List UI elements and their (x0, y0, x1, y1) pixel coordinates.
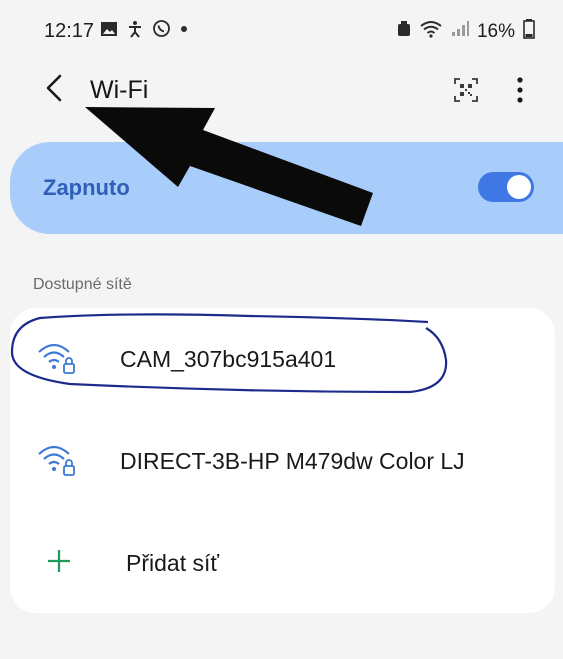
network-name: DIRECT-3B-HP M479dw Color LJ (120, 448, 465, 474)
battery-percent: 16% (476, 21, 515, 42)
master-switch-label: Zapnuto (43, 175, 130, 200)
wifi-toggle[interactable] (478, 172, 534, 202)
back-button[interactable] (36, 72, 72, 108)
accessibility-icon (126, 20, 144, 38)
page-title: Wi-Fi (90, 76, 149, 104)
battery-icon (523, 19, 535, 45)
status-left-icons (100, 19, 189, 38)
wifi-lock-icon (36, 340, 78, 376)
add-network-label: Přidat síť (126, 550, 219, 576)
wifi-settings-screen: 12:17 16% Wi-Fi Zapnuto Dostupné sítě CA… (0, 0, 563, 659)
chevron-left-icon (44, 74, 64, 107)
qr-code-button[interactable] (450, 76, 482, 108)
wifi-signal-icon (419, 20, 443, 44)
more-options-button[interactable] (508, 74, 532, 110)
network-name: CAM_307bc915a401 (120, 346, 337, 372)
network-list: CAM_307bc915a401 DIRECT-3B-HP M479dw Col… (10, 308, 555, 613)
plus-icon (46, 548, 72, 574)
status-time: 12:17 (44, 20, 95, 42)
toggle-knob (507, 175, 531, 199)
more-vert-icon (516, 76, 524, 108)
status-right: 16% (397, 19, 535, 45)
dot-icon (179, 24, 189, 34)
whatsapp-icon (152, 19, 171, 38)
add-network-button[interactable]: Přidat síť (10, 522, 555, 602)
available-networks-header: Dostupné sítě (33, 276, 132, 293)
status-bar: 12:17 16% (0, 0, 563, 60)
wifi-master-switch[interactable]: Zapnuto (10, 142, 563, 234)
wifi-lock-icon (36, 442, 78, 478)
app-bar: Wi-Fi (0, 62, 563, 122)
gallery-icon (100, 21, 118, 37)
network-item-cam[interactable]: CAM_307bc915a401 (10, 318, 555, 398)
network-item-direct-hp[interactable]: DIRECT-3B-HP M479dw Color LJ (10, 420, 555, 500)
cell-signal-icon (451, 21, 469, 43)
alarm-icon (397, 21, 411, 43)
qr-code-icon (454, 77, 478, 107)
